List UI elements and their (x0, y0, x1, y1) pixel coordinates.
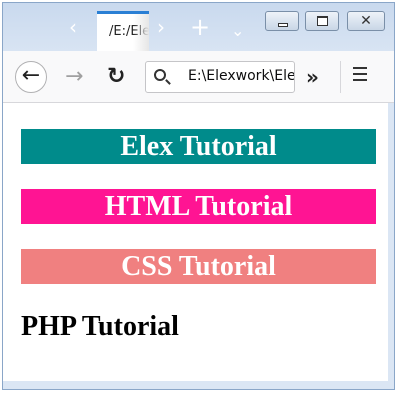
hamburger-menu-icon[interactable] (353, 67, 367, 81)
menu-line (353, 79, 367, 81)
new-tab-button[interactable]: + (190, 15, 210, 39)
toolbar-separator (340, 61, 341, 93)
maximize-icon (317, 16, 328, 26)
heading-elex-tutorial: Elex Tutorial (21, 129, 376, 164)
url-text[interactable]: E:\Elexwork\Ele (188, 68, 294, 84)
address-bar[interactable]: E:\Elexwork\Ele (145, 61, 295, 93)
title-bar: ‹ /E:/Ele › + ⌄ ✕ (3, 3, 394, 51)
tab-title-fade (133, 14, 149, 51)
close-icon: ✕ (360, 13, 372, 29)
heading-html-tutorial: HTML Tutorial (21, 189, 376, 224)
minimize-icon (278, 23, 288, 27)
forward-arrow-icon[interactable]: → (65, 63, 83, 91)
tab-scroll-right-icon[interactable]: › (157, 15, 165, 39)
menu-line (353, 73, 367, 75)
back-button[interactable]: ← (15, 61, 47, 93)
reload-icon[interactable]: ↻ (107, 63, 125, 91)
close-button[interactable]: ✕ (347, 11, 385, 31)
window-controls: ✕ (265, 11, 387, 33)
heading-css-tutorial: CSS Tutorial (21, 249, 376, 284)
menu-line (353, 67, 367, 69)
tab-list-icon[interactable]: ⌄ (231, 19, 244, 43)
minimize-button[interactable] (265, 11, 299, 31)
maximize-button[interactable] (305, 11, 339, 31)
navigation-toolbar: ← → ↻ E:\Elexwork\Ele » (3, 51, 394, 103)
window-edge (388, 103, 394, 381)
browser-window: ‹ /E:/Ele › + ⌄ ✕ ← → ↻ E:\Elexwork\Ele … (2, 2, 395, 390)
heading-php-tutorial: PHP Tutorial (21, 311, 179, 342)
double-chevron-icon[interactable]: » (306, 63, 319, 91)
back-arrow-icon: ← (21, 63, 41, 88)
tab-scroll-left-icon[interactable]: ‹ (69, 15, 77, 39)
browser-tab[interactable]: /E:/Ele (97, 11, 149, 51)
page-content: Elex Tutorial HTML Tutorial CSS Tutorial… (3, 103, 388, 381)
search-icon (154, 69, 166, 81)
